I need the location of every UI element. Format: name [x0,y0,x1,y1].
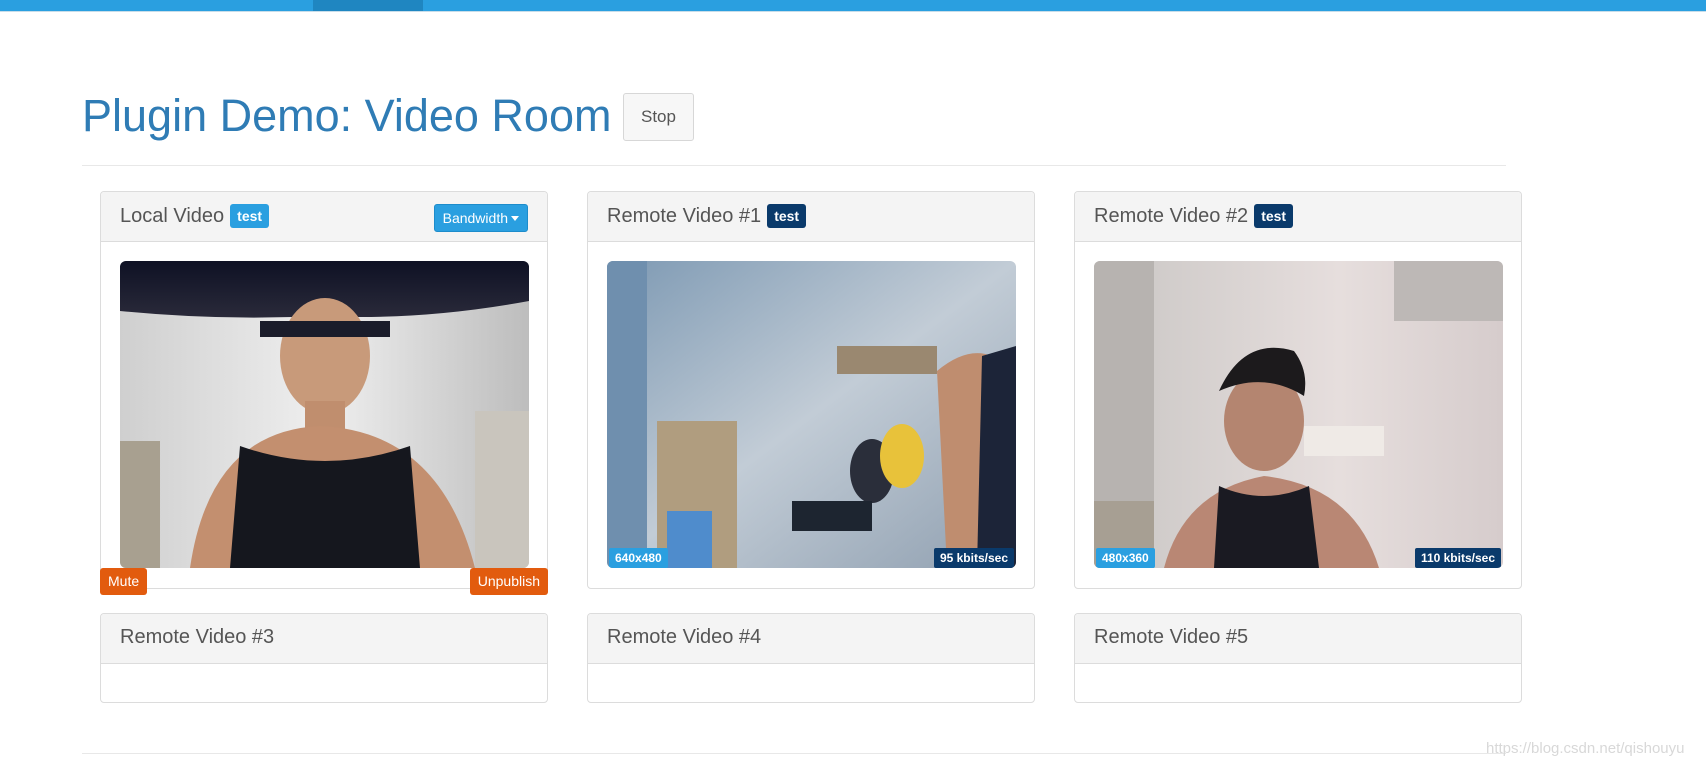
panel-title: Remote Video #1 test [607,204,807,228]
top-navbar [0,0,1706,12]
local-video-panel: Local Video test Bandwidth Mute Unpublis… [100,191,548,595]
panel-heading: Remote Video #2 test [1075,192,1521,242]
remote-video-panel-3: Remote Video #3 [100,613,548,703]
bitrate-badge: 95 kbits/sec [933,548,1014,568]
panel-heading: Remote Video #5 [1075,614,1521,664]
page-header: Plugin Demo: Video Room Stop [82,82,1506,166]
remote-video-stream-2[interactable]: 480x360 110 kbits/sec [1094,261,1503,568]
caret-down-icon [511,215,519,221]
panel-title: Remote Video #4 [607,626,761,649]
panel-title: Remote Video #5 [1094,626,1248,649]
panel-title-text: Remote Video #1 [607,204,762,227]
bandwidth-dropdown-button[interactable]: Bandwidth [433,204,528,232]
panel-title-text: Remote Video #3 [120,626,275,648]
remote-video-stream-1[interactable]: 640x480 95 kbits/sec [607,261,1016,568]
panel-title-text: Local Video [120,204,225,227]
bitrate-badge: 110 kbits/sec [1414,548,1501,568]
footer-divider [82,753,1506,754]
bandwidth-label: Bandwidth [442,210,508,226]
unpublish-button[interactable]: Unpublish [469,568,548,595]
remote-video-panel-4: Remote Video #4 [587,613,1035,703]
room-badge: test [230,204,270,228]
remote-video-panel-1: Remote Video #1 test 640x480 95 kbits/se… [587,191,1035,589]
panel-title: Local Video test [120,204,270,228]
panel-heading: Remote Video #1 test [588,192,1034,242]
nav-tab-active[interactable] [313,0,423,11]
panel-title-text: Remote Video #5 [1094,626,1249,648]
stop-button[interactable]: Stop [623,93,694,141]
panel-title-text: Remote Video #2 [1094,204,1249,227]
page-title: Plugin Demo: Video Room [82,90,612,141]
remote-video-panel-2: Remote Video #2 test 480x360 110 kbits/s… [1074,191,1522,589]
panel-title: Remote Video #3 [120,626,274,649]
room-badge: test [767,204,807,228]
remote-video-panel-5: Remote Video #5 [1074,613,1522,703]
local-video-stream[interactable] [120,261,529,568]
watermark: https://blog.csdn.net/qishouyu [1486,740,1685,757]
panel-heading: Local Video test Bandwidth [101,192,547,242]
panel-heading: Remote Video #3 [101,614,547,664]
mute-button[interactable]: Mute [100,568,148,595]
panel-heading: Remote Video #4 [588,614,1034,664]
panel-title: Remote Video #2 test [1094,204,1294,228]
resolution-badge: 480x360 [1096,548,1155,568]
room-badge: test [1254,204,1294,228]
panel-title-text: Remote Video #4 [607,626,762,648]
resolution-badge: 640x480 [609,548,668,568]
